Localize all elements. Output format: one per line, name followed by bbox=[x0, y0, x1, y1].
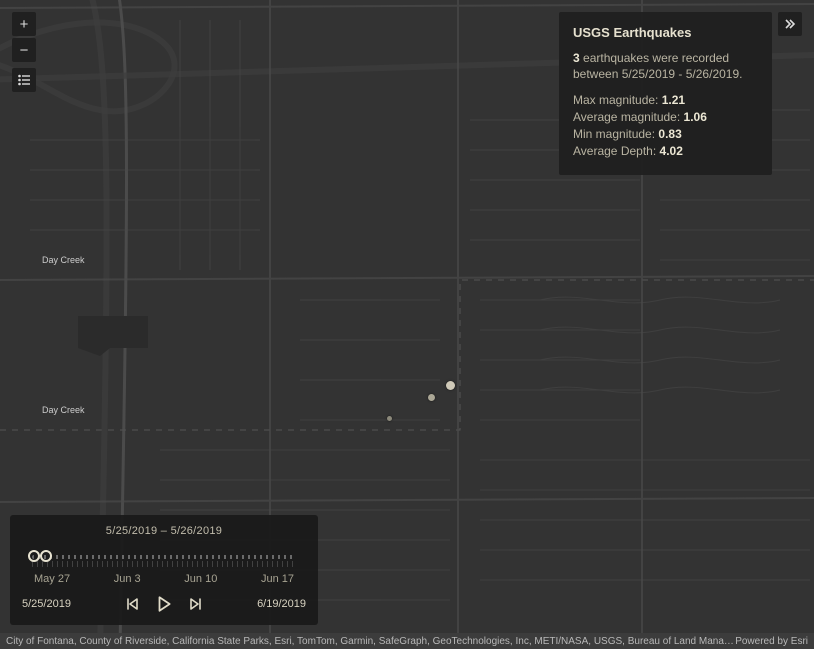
attribution-bar: City of Fontana, County of Riverside, Ca… bbox=[0, 633, 814, 649]
step-forward-button[interactable] bbox=[187, 595, 205, 613]
step-back-icon bbox=[125, 597, 139, 611]
panel-title: USGS Earthquakes bbox=[573, 24, 758, 42]
attribution-sources: City of Fontana, County of Riverside, Ca… bbox=[6, 636, 735, 647]
time-range-label: 5/25/2019 – 5/26/2019 bbox=[22, 525, 306, 537]
legend-icon bbox=[17, 73, 31, 87]
time-end-date: 6/19/2019 bbox=[257, 598, 306, 610]
panel-summary: 3 earthquakes were recorded between 5/25… bbox=[573, 50, 758, 82]
stat-max-magnitude: Max magnitude: 1.21 bbox=[573, 92, 758, 108]
earthquake-marker[interactable] bbox=[446, 381, 455, 390]
step-forward-icon bbox=[189, 597, 203, 611]
chevrons-right-icon bbox=[784, 18, 796, 30]
earthquake-marker[interactable] bbox=[428, 394, 435, 401]
step-back-button[interactable] bbox=[123, 595, 141, 613]
zoom-out-button[interactable]: − bbox=[12, 38, 36, 62]
time-slider-track[interactable] bbox=[32, 547, 296, 569]
zoom-in-button[interactable]: + bbox=[12, 12, 36, 36]
time-slider: 5/25/2019 – 5/26/2019 May 27 Jun 3 Jun 1… bbox=[10, 515, 318, 625]
creek-label-2: Day Creek bbox=[42, 405, 85, 415]
creek-label-1: Day Creek bbox=[42, 255, 85, 265]
time-slider-thumb-end[interactable] bbox=[40, 550, 52, 562]
play-button[interactable] bbox=[155, 595, 173, 613]
stat-avg-magnitude: Average magnitude: 1.06 bbox=[573, 109, 758, 125]
play-icon bbox=[155, 595, 173, 613]
time-start-date: 5/25/2019 bbox=[22, 598, 71, 610]
time-tick-labels: May 27 Jun 3 Jun 10 Jun 17 bbox=[34, 573, 294, 585]
stat-avg-depth: Average Depth: 4.02 bbox=[573, 143, 758, 159]
info-panel: USGS Earthquakes 3 earthquakes were reco… bbox=[559, 12, 772, 175]
time-slider-thumb-start[interactable] bbox=[28, 550, 40, 562]
stat-min-magnitude: Min magnitude: 0.83 bbox=[573, 126, 758, 142]
earthquake-marker[interactable] bbox=[387, 416, 392, 421]
powered-by[interactable]: Powered by Esri bbox=[735, 636, 808, 647]
legend-button[interactable] bbox=[12, 68, 36, 92]
collapse-panel-button[interactable] bbox=[778, 12, 802, 36]
